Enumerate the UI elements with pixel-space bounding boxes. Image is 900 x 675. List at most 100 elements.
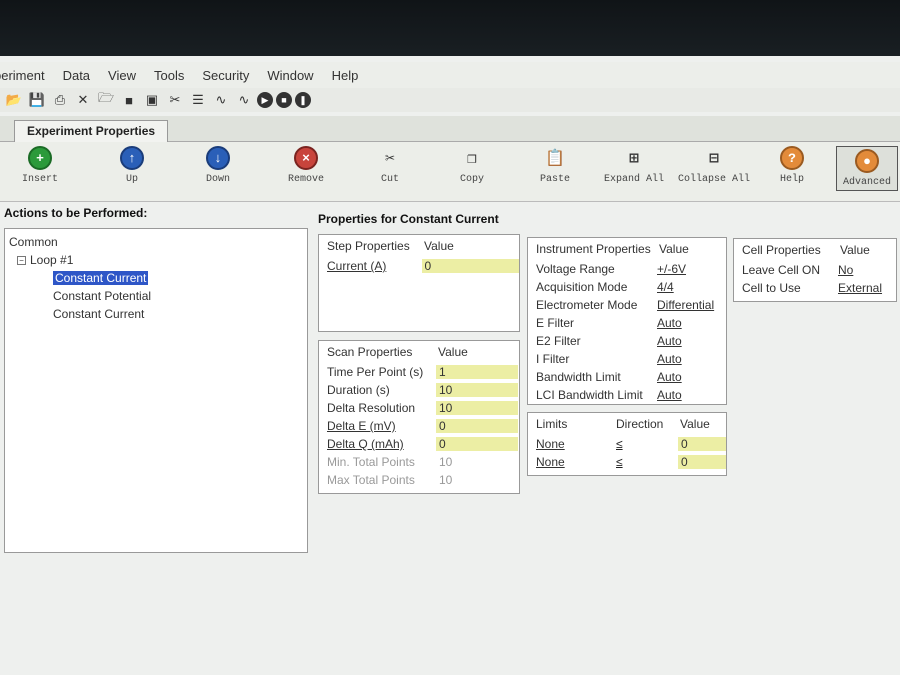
collapse-icon: ⊟ — [709, 150, 719, 168]
tab-experiment-properties[interactable]: Experiment Properties — [14, 120, 169, 142]
cut-button[interactable]: ✂ Cut — [378, 146, 402, 185]
scan-row-label[interactable]: Delta Q (mAh) — [327, 437, 436, 451]
play-icon[interactable]: ▶ — [257, 92, 273, 108]
help-button[interactable]: ? Help — [780, 146, 804, 185]
insert-button[interactable]: + Insert — [22, 146, 58, 185]
cross-icon[interactable]: ✕ — [73, 91, 93, 109]
instrument-row[interactable]: Electrometer Mode Differential — [528, 296, 726, 314]
scan-header: Scan Properties Value — [319, 341, 519, 363]
help-label: Help — [780, 174, 805, 185]
menu-tools[interactable]: Tools — [154, 68, 184, 83]
cut-label: Cut — [380, 174, 399, 185]
instrument-row[interactable]: E2 Filter Auto — [528, 332, 726, 350]
instrument-row-value[interactable]: Auto — [657, 352, 682, 366]
scan-row-label: Max Total Points — [327, 473, 415, 487]
tab-strip: Experiment Properties — [0, 116, 900, 142]
scissors-icon[interactable]: ✂ — [165, 91, 185, 109]
instrument-row[interactable]: LCI Bandwidth Limit Auto — [528, 386, 726, 404]
scan-row-value[interactable]: 1 — [436, 365, 518, 379]
scan-row: Min. Total Points 10 — [319, 453, 519, 471]
instrument-row[interactable]: I Filter Auto — [528, 350, 726, 368]
copy-button[interactable]: ❐ Copy — [460, 146, 484, 185]
expand-all-button[interactable]: ⊞ Expand All — [604, 146, 664, 185]
menu-data[interactable]: Data — [63, 68, 90, 83]
scan-row-label[interactable]: Delta E (mV) — [327, 419, 436, 433]
scan-row[interactable]: Delta Resolution 10 — [319, 399, 519, 417]
limit-type[interactable]: None — [536, 455, 616, 469]
limit-direction[interactable]: ≤ — [616, 455, 678, 469]
instrument-row-value[interactable]: Auto — [657, 370, 682, 384]
list-icon[interactable]: ☰ — [188, 91, 208, 109]
scan-row[interactable]: Time Per Point (s) 1 — [319, 363, 519, 381]
instrument-row[interactable]: Voltage Range +/-6V — [528, 260, 726, 278]
limits-row[interactable]: None ≤0 — [528, 453, 726, 471]
save-icon[interactable]: 💾 — [27, 91, 47, 109]
up-button[interactable]: ↑ Up — [120, 146, 144, 185]
down-button[interactable]: ↓ Down — [206, 146, 230, 185]
paste-button[interactable]: 📋 Paste — [540, 146, 570, 185]
scan-row[interactable]: Delta E (mV) 0 — [319, 417, 519, 435]
instrument-row-value[interactable]: Auto — [657, 388, 682, 402]
scan-row-value[interactable]: 10 — [436, 401, 518, 415]
instrument-row-value[interactable]: Auto — [657, 334, 682, 348]
scan-row[interactable]: Delta Q (mAh) 0 — [319, 435, 519, 453]
current-value[interactable]: 0 — [421, 259, 519, 273]
menu-view[interactable]: View — [108, 68, 136, 83]
skip-icon[interactable]: ❚ — [295, 92, 311, 108]
cell-row[interactable]: Cell to Use External — [734, 279, 896, 297]
scan-row-value: 10 — [439, 455, 453, 469]
image-icon[interactable]: ▣ — [142, 91, 162, 109]
scan-row: Max Total Points 10 — [319, 471, 519, 489]
instrument-row-label: E Filter — [536, 316, 575, 330]
limits-row[interactable]: None ≤0 — [528, 435, 726, 453]
tree-item-common[interactable]: Common — [9, 233, 303, 251]
actions-tree[interactable]: Common − Loop #1 Constant Current Constan… — [4, 228, 308, 553]
limit-value[interactable]: 0 — [678, 437, 726, 451]
menu-help[interactable]: Help — [332, 68, 359, 83]
folder-open-icon[interactable]: 📂 — [4, 91, 24, 109]
remove-icon: × — [294, 146, 318, 170]
instrument-row[interactable]: Acquisition Mode 4/4 — [528, 278, 726, 296]
instrument-row-value[interactable]: 4/4 — [657, 280, 674, 294]
instrument-row-value[interactable]: Auto — [657, 316, 682, 330]
scan-row[interactable]: Duration (s) 10 — [319, 381, 519, 399]
cell-row-value[interactable]: No — [838, 263, 853, 277]
collapse-all-button[interactable]: ⊟ Collapse All — [678, 146, 750, 185]
instrument-row[interactable]: E Filter Auto — [528, 314, 726, 332]
cell-row[interactable]: Leave Cell ON No — [734, 261, 896, 279]
menu-experiment[interactable]: periment — [0, 68, 45, 83]
instrument-row[interactable]: Bandwidth Limit Auto — [528, 368, 726, 386]
stop-icon[interactable]: ■ — [276, 92, 292, 108]
wave-a-icon[interactable]: ∿ — [211, 91, 231, 109]
instrument-row-label: Acquisition Mode — [536, 280, 628, 294]
limits-header-name: Limits — [536, 417, 568, 431]
limit-type[interactable]: None — [536, 437, 616, 451]
instrument-row-value[interactable]: +/-6V — [657, 262, 686, 276]
instrument-row-value[interactable]: Differential — [657, 298, 714, 312]
menu-security[interactable]: Security — [202, 68, 249, 83]
step-header: Step Properties Value — [319, 235, 519, 257]
tree-item-constant-potential[interactable]: Constant Potential — [9, 287, 303, 305]
scan-row-value[interactable]: 0 — [436, 419, 518, 433]
open-icon[interactable]: 🗁 — [96, 90, 116, 109]
wave-b-icon[interactable]: ∿ — [234, 91, 254, 109]
collapse-toggle-icon[interactable]: − — [17, 256, 26, 266]
menu-window[interactable]: Window — [267, 68, 313, 83]
tree-item-constant-current-2[interactable]: Constant Current — [9, 305, 303, 323]
limit-value[interactable]: 0 — [678, 455, 726, 469]
disk-icon[interactable]: ■ — [119, 91, 139, 109]
limit-direction[interactable]: ≤ — [616, 437, 678, 451]
current-label[interactable]: Current (A) — [327, 259, 422, 273]
print-icon[interactable]: ⎙ — [50, 91, 70, 109]
remove-button[interactable]: × Remove — [288, 146, 324, 185]
scan-header-value: Value — [438, 345, 468, 359]
tree-item-loop[interactable]: − Loop #1 — [9, 251, 303, 269]
quick-toolbar: 📂 💾 ⎙ ✕ 🗁 ■ ▣ ✂ ☰ ∿ ∿ ▶ ■ ❚ — [0, 88, 900, 112]
advanced-button[interactable]: ● Advanced — [836, 146, 899, 191]
cell-row-value[interactable]: External — [838, 281, 882, 295]
tree-item-constant-current-1[interactable]: Constant Current — [9, 269, 303, 287]
step-row-current[interactable]: Current (A) 0 — [319, 257, 519, 275]
scan-row-value[interactable]: 10 — [436, 383, 518, 397]
limits-header-value: Value — [680, 417, 710, 431]
scan-row-value[interactable]: 0 — [436, 437, 518, 451]
